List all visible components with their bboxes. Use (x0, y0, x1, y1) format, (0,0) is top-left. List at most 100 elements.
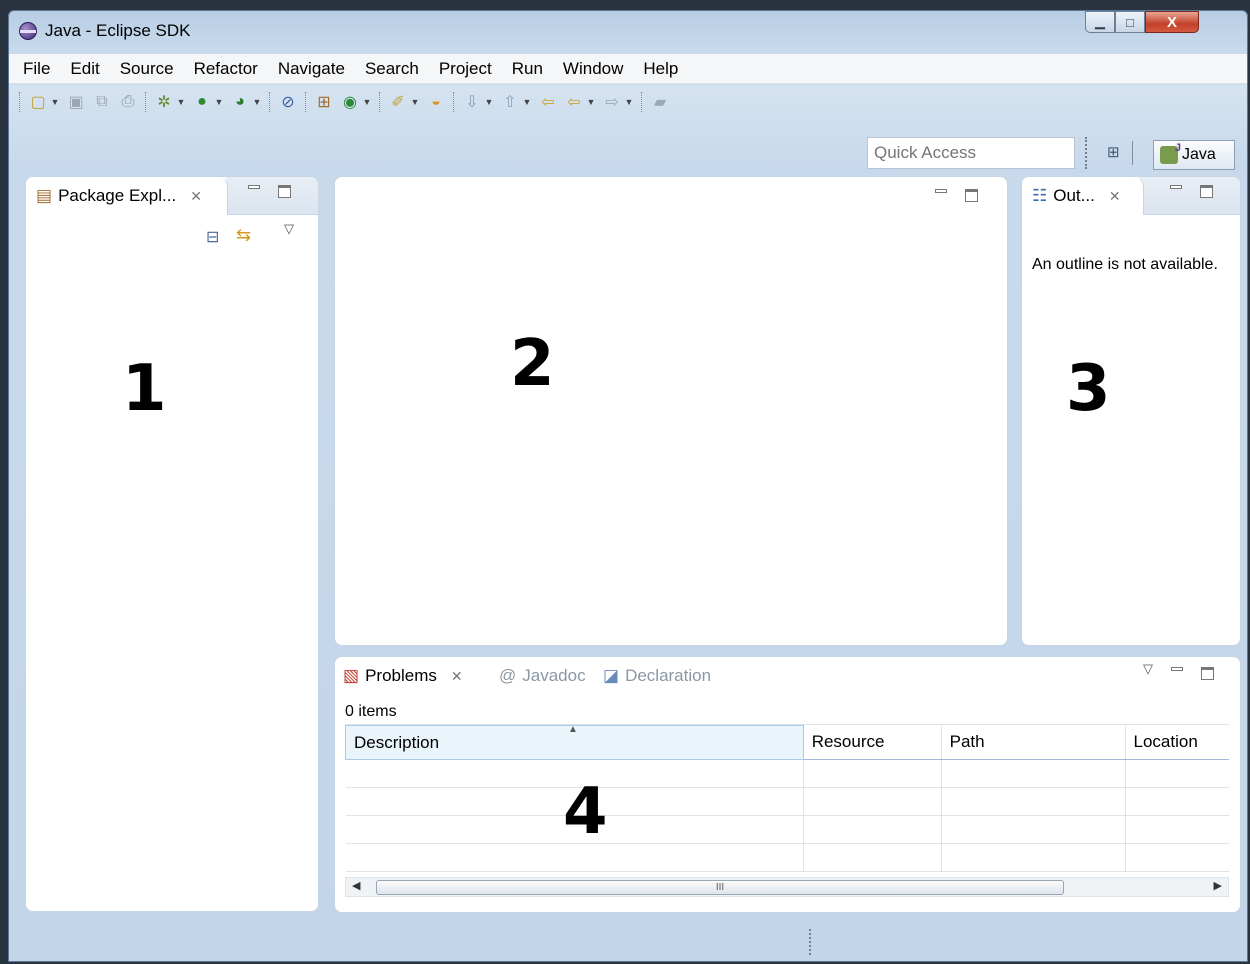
maximize-editor-icon[interactable] (965, 189, 978, 202)
external-tools-icon[interactable]: ◕ (230, 92, 250, 112)
previous-annotation-dropdown-arrow-icon[interactable]: ▼ (523, 92, 532, 112)
menu-help[interactable]: Help (633, 54, 688, 84)
menu-project[interactable]: Project (429, 54, 502, 84)
javadoc-tab-label: Javadoc (522, 666, 586, 685)
maximize-window-button[interactable]: □ (1115, 11, 1145, 33)
eclipse-window: Java - Eclipse SDK ▁ □ X File Edit Sourc… (8, 10, 1248, 962)
save-icon[interactable]: ▣ (66, 92, 86, 112)
perspective-separator (1132, 141, 1133, 165)
close-tab-icon[interactable]: ✕ (190, 188, 202, 205)
horizontal-scrollbar[interactable]: ◀ III ▶ (345, 877, 1229, 897)
forward-icon[interactable]: ⇨ (602, 92, 622, 112)
menu-refactor[interactable]: Refactor (184, 54, 268, 84)
column-header-label: Description (354, 732, 440, 752)
table-row (345, 787, 1229, 816)
region-number-3: 3 (1066, 352, 1111, 426)
toolbar-separator (19, 92, 21, 112)
close-window-button[interactable]: X (1145, 11, 1199, 33)
debug-icon[interactable]: ✲ (154, 92, 174, 112)
pin-editor-icon[interactable]: ▰ (650, 92, 670, 112)
previous-annotation-icon[interactable]: ⇧ (500, 92, 520, 112)
tab-package-explorer[interactable]: ▤ Package Expl... ✕ (26, 177, 228, 215)
title-bar: Java - Eclipse SDK ▁ □ X (9, 11, 1247, 53)
back-icon[interactable]: ⇦ (564, 92, 584, 112)
scroll-thumb-grip: III (715, 882, 725, 893)
status-bar (9, 919, 1247, 961)
menu-source[interactable]: Source (110, 54, 184, 84)
minimize-view-icon[interactable] (248, 185, 260, 189)
collapse-all-icon[interactable]: ⊟ (206, 227, 219, 247)
last-edit-location-icon[interactable]: ⇦ (538, 92, 558, 112)
column-header-description[interactable]: Description ▲ (345, 724, 804, 760)
problems-item-count: 0 items (345, 703, 397, 720)
toolbar-separator (641, 92, 643, 112)
new-dropdown-arrow-icon[interactable]: ▼ (51, 92, 60, 112)
column-header-path[interactable]: Path (941, 725, 1126, 760)
menu-run[interactable]: Run (502, 54, 553, 84)
back-dropdown-arrow-icon[interactable]: ▼ (587, 92, 596, 112)
java-perspective-button[interactable]: Java (1153, 140, 1235, 170)
menu-window[interactable]: Window (553, 54, 633, 84)
scroll-thumb[interactable]: III (376, 880, 1064, 895)
task-dropdown-arrow-icon[interactable]: ▼ (411, 92, 420, 112)
region-number-4: 4 (563, 775, 608, 849)
tab-problems[interactable]: ▧ Problems ✕ (343, 666, 463, 686)
status-bar-grip[interactable] (809, 929, 812, 955)
maximize-view-icon[interactable] (1200, 185, 1213, 198)
scroll-left-icon[interactable]: ◀ (352, 879, 360, 892)
scroll-right-icon[interactable]: ▶ (1214, 879, 1222, 892)
minimize-view-icon[interactable] (1170, 185, 1182, 189)
menu-search[interactable]: Search (355, 54, 429, 84)
new-java-class-icon[interactable]: ◉ (340, 92, 360, 112)
view-menu-icon[interactable]: ▽ (284, 221, 294, 237)
minimize-editor-icon[interactable] (935, 189, 947, 193)
tab-declaration[interactable]: ◪ Declaration (603, 666, 711, 686)
minimize-view-icon[interactable] (1171, 667, 1183, 671)
tab-javadoc[interactable]: @ Javadoc (499, 666, 586, 686)
tabbar-background (226, 177, 318, 215)
tabbar-background (1140, 177, 1240, 215)
menu-file[interactable]: File (13, 54, 60, 84)
run-dropdown-arrow-icon[interactable]: ▼ (215, 92, 224, 112)
new-class-dropdown-arrow-icon[interactable]: ▼ (363, 92, 372, 112)
skip-breakpoints-icon[interactable]: ⊘ (278, 92, 298, 112)
external-tools-dropdown-arrow-icon[interactable]: ▼ (253, 92, 262, 112)
minimize-window-button[interactable]: ▁ (1085, 11, 1115, 33)
menu-navigate[interactable]: Navigate (268, 54, 355, 84)
toolbar-separator (453, 92, 455, 112)
toolbar-separator (305, 92, 307, 112)
problems-table: Description ▲ Resource Path Location (345, 724, 1229, 872)
maximize-view-icon[interactable] (1201, 667, 1214, 680)
editor-area[interactable]: 2 (334, 176, 1008, 646)
debug-dropdown-arrow-icon[interactable]: ▼ (177, 92, 186, 112)
link-with-editor-icon[interactable]: ⇆ (236, 225, 251, 246)
view-menu-icon[interactable]: ▽ (1143, 661, 1153, 677)
outline-view: ☷ Out... ✕ An outline is not available. … (1021, 176, 1241, 646)
print-icon[interactable]: ⎙ (118, 92, 138, 112)
run-icon[interactable]: ● (192, 92, 212, 112)
javadoc-icon: @ (499, 666, 517, 685)
new-java-package-icon[interactable]: ⊞ (314, 92, 334, 112)
save-all-icon[interactable]: ⧉ (92, 92, 112, 112)
menu-bar: File Edit Source Refactor Navigate Searc… (9, 54, 1247, 84)
column-header-location[interactable]: Location (1125, 725, 1229, 760)
close-tab-icon[interactable]: ✕ (1109, 188, 1121, 205)
close-tab-icon[interactable]: ✕ (451, 668, 463, 685)
quick-access-input[interactable] (867, 137, 1075, 169)
java-perspective-icon (1160, 142, 1181, 164)
maximize-view-icon[interactable] (278, 185, 291, 198)
open-task-icon[interactable]: ✐ (388, 92, 408, 112)
tab-outline[interactable]: ☷ Out... ✕ (1022, 177, 1144, 215)
outline-icon: ☷ (1032, 186, 1048, 205)
column-header-resource[interactable]: Resource (803, 725, 942, 760)
open-type-icon[interactable]: ◒ (426, 92, 446, 112)
toolbar-grip[interactable] (1085, 137, 1089, 169)
next-annotation-icon[interactable]: ⇩ (462, 92, 482, 112)
new-wizard-icon[interactable]: ▢ (28, 92, 48, 112)
problems-tabbar: ▧ Problems ✕ @ Javadoc ◪ Declaration ▽ (335, 657, 1240, 697)
forward-dropdown-arrow-icon[interactable]: ▼ (625, 92, 634, 112)
open-perspective-icon[interactable]: ⊞ (1107, 143, 1125, 161)
next-annotation-dropdown-arrow-icon[interactable]: ▼ (485, 92, 494, 112)
menu-edit[interactable]: Edit (60, 54, 109, 84)
toolbar-separator (145, 92, 147, 112)
